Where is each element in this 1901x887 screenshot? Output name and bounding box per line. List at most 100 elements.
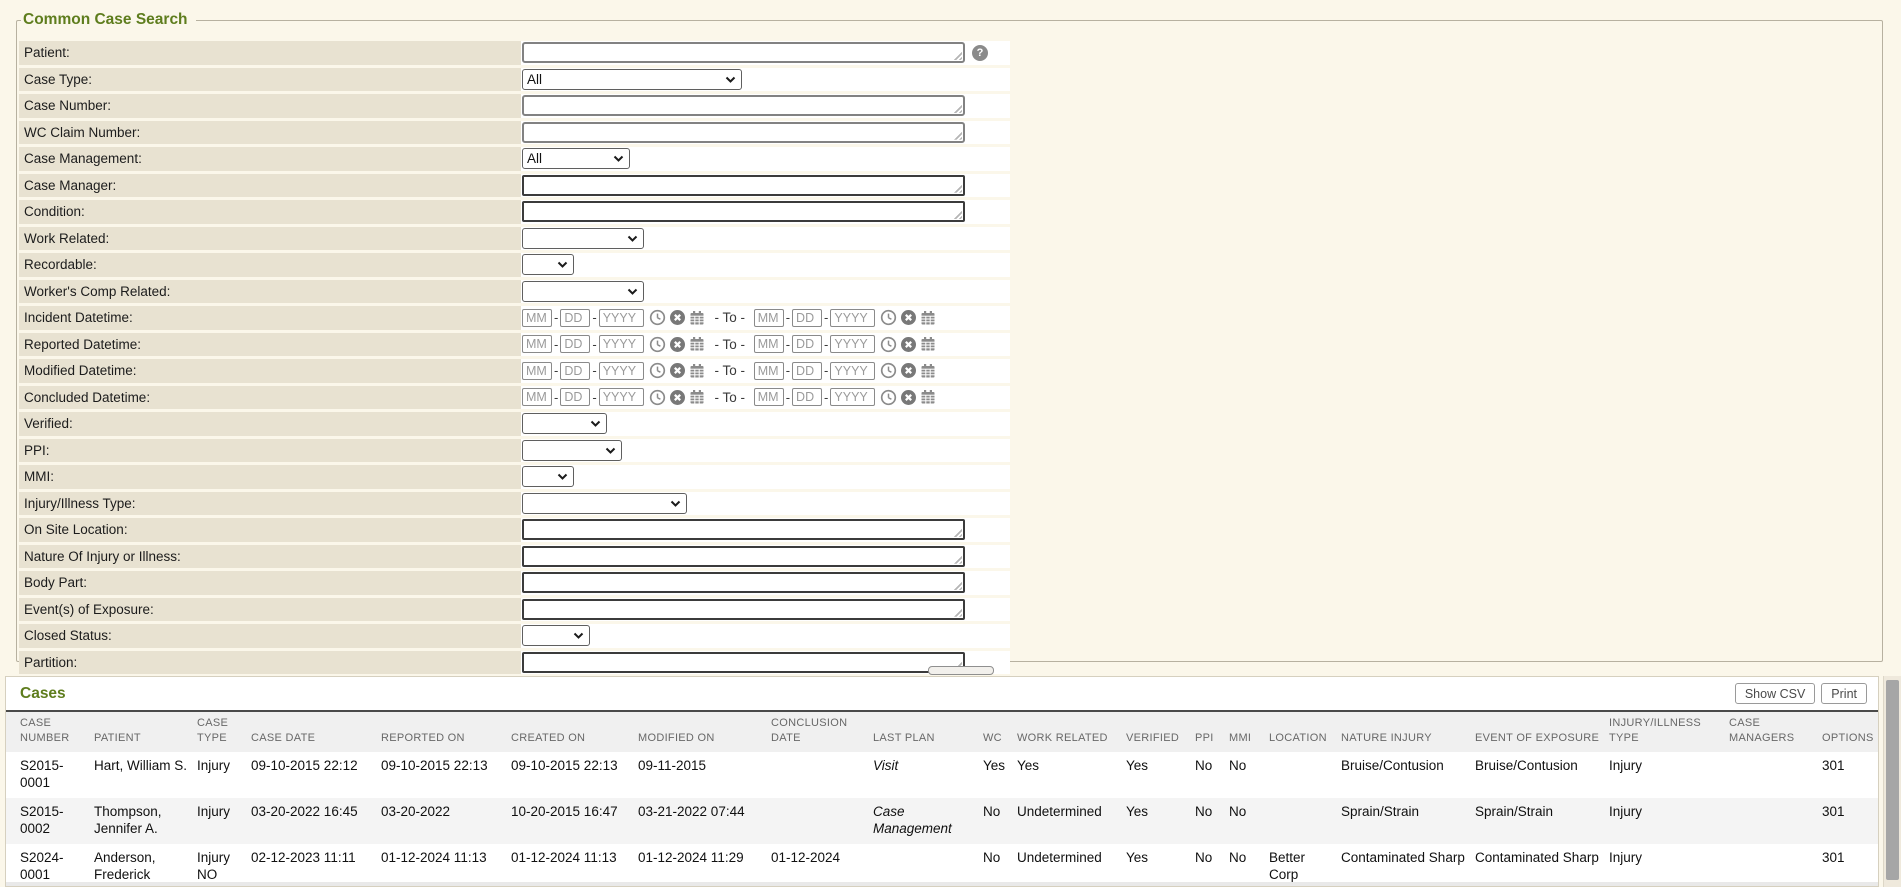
verified-select[interactable]: [522, 413, 607, 434]
clear-icon[interactable]: [669, 309, 686, 326]
modified-datetime-from-day-input[interactable]: DD: [560, 362, 590, 380]
resize-handle[interactable]: [953, 608, 962, 617]
event-s-of-exposure-input[interactable]: [522, 599, 965, 620]
calendar-icon[interactable]: [920, 310, 936, 326]
col-case-type: CASE TYPE: [197, 712, 251, 752]
cell-options[interactable]: 301: [1822, 798, 1878, 825]
search-button[interactable]: [928, 666, 994, 675]
reported-datetime-from-year-input[interactable]: YYYY: [599, 335, 644, 353]
incident-datetime-to-year-input[interactable]: YYYY: [830, 309, 875, 327]
reported-datetime-to-year-input[interactable]: YYYY: [830, 335, 875, 353]
clear-icon[interactable]: [900, 362, 917, 379]
modified-datetime-to-year-input[interactable]: YYYY: [830, 362, 875, 380]
modified-datetime-from-month-input[interactable]: MM: [522, 362, 552, 380]
horizontal-scrollbar[interactable]: [6, 882, 1878, 886]
incident-datetime-to-month-input[interactable]: MM: [754, 309, 784, 327]
clock-icon[interactable]: [649, 362, 666, 379]
incident-datetime-from-year-input[interactable]: YYYY: [599, 309, 644, 327]
case-management-field-cell: All: [521, 147, 1010, 171]
clock-icon[interactable]: [880, 389, 897, 406]
clear-icon[interactable]: [669, 336, 686, 353]
injury-illness-type-select[interactable]: [522, 493, 687, 514]
condition-row: Condition:: [19, 200, 1880, 224]
calendar-icon[interactable]: [689, 336, 705, 352]
case-type-select[interactable]: All: [522, 69, 742, 90]
reported-datetime-from-month-input[interactable]: MM: [522, 335, 552, 353]
condition-input[interactable]: [522, 201, 965, 222]
section-title: Common Case Search: [23, 11, 188, 28]
clear-icon[interactable]: [900, 309, 917, 326]
concluded-datetime-from-icons: [649, 389, 708, 406]
print-button[interactable]: Print: [1821, 683, 1867, 704]
reported-datetime-from-day-input[interactable]: DD: [560, 335, 590, 353]
incident-datetime-to-group: MM-DD-YYYY: [754, 309, 940, 327]
incident-datetime-from-month-input[interactable]: MM: [522, 309, 552, 327]
scrollbar-thumb[interactable]: [1886, 680, 1899, 880]
reported-datetime-to-month-input[interactable]: MM: [754, 335, 784, 353]
resize-handle[interactable]: [953, 555, 962, 564]
reported-datetime-to-day-input[interactable]: DD: [792, 335, 822, 353]
col-event-of-exposure: EVENT OF EXPOSURE: [1475, 727, 1609, 752]
clock-icon[interactable]: [649, 389, 666, 406]
cell-options[interactable]: 301: [1822, 752, 1878, 779]
wc-claim-number-input[interactable]: [522, 122, 965, 143]
clear-icon[interactable]: [669, 389, 686, 406]
cell-verified: Yes: [1126, 798, 1195, 825]
calendar-icon[interactable]: [689, 363, 705, 379]
clear-icon[interactable]: [669, 362, 686, 379]
resize-handle[interactable]: [953, 528, 962, 537]
resize-handle[interactable]: [953, 131, 962, 140]
case-manager-input[interactable]: [522, 175, 965, 196]
clock-icon[interactable]: [880, 336, 897, 353]
mmi-select[interactable]: [522, 466, 574, 487]
calendar-icon[interactable]: [920, 363, 936, 379]
body-part-input[interactable]: [522, 572, 965, 593]
calendar-icon[interactable]: [920, 389, 936, 405]
calendar-icon[interactable]: [920, 336, 936, 352]
calendar-icon[interactable]: [689, 310, 705, 326]
resize-handle[interactable]: [953, 581, 962, 590]
work-related-select[interactable]: [522, 228, 644, 249]
show-csv-button[interactable]: Show CSV: [1735, 683, 1815, 704]
resize-handle[interactable]: [953, 104, 962, 113]
cell-nature-injury: Contaminated Sharp: [1341, 844, 1475, 871]
calendar-icon[interactable]: [689, 389, 705, 405]
concluded-datetime-to-year-input[interactable]: YYYY: [830, 388, 875, 406]
worker-s-comp-related-select[interactable]: [522, 281, 644, 302]
concluded-datetime-from-year-input[interactable]: YYYY: [599, 388, 644, 406]
incident-datetime-from-day-input[interactable]: DD: [560, 309, 590, 327]
concluded-datetime-from-day-input[interactable]: DD: [560, 388, 590, 406]
incident-datetime-to-day-input[interactable]: DD: [792, 309, 822, 327]
concluded-datetime-to-day-input[interactable]: DD: [792, 388, 822, 406]
clock-icon[interactable]: [880, 362, 897, 379]
modified-datetime-from-year-input[interactable]: YYYY: [599, 362, 644, 380]
resize-handle[interactable]: [953, 51, 962, 60]
clock-icon[interactable]: [880, 309, 897, 326]
field-label: Case Number:: [24, 98, 111, 113]
cell-options[interactable]: 301: [1822, 844, 1878, 871]
concluded-datetime-label-cell: Concluded Datetime:: [19, 386, 521, 410]
case-number-row: Case Number:: [19, 94, 1880, 118]
on-site-location-input[interactable]: [522, 519, 965, 540]
partition-input[interactable]: [522, 652, 965, 673]
resize-handle[interactable]: [953, 184, 962, 193]
concluded-datetime-from-month-input[interactable]: MM: [522, 388, 552, 406]
clear-icon[interactable]: [900, 336, 917, 353]
recordable-select[interactable]: [522, 254, 574, 275]
concluded-datetime-to-group: MM-DD-YYYY: [754, 388, 940, 406]
patient-input[interactable]: [522, 42, 965, 63]
nature-of-injury-or-illness-input[interactable]: [522, 546, 965, 567]
closed-status-select[interactable]: [522, 625, 590, 646]
resize-handle[interactable]: [953, 210, 962, 219]
vertical-scrollbar[interactable]: [1883, 676, 1901, 887]
modified-datetime-to-day-input[interactable]: DD: [792, 362, 822, 380]
ppi-select[interactable]: [522, 440, 622, 461]
clear-icon[interactable]: [900, 389, 917, 406]
case-management-select[interactable]: All: [522, 148, 630, 169]
case-number-input[interactable]: [522, 95, 965, 116]
modified-datetime-to-month-input[interactable]: MM: [754, 362, 784, 380]
clock-icon[interactable]: [649, 336, 666, 353]
concluded-datetime-to-month-input[interactable]: MM: [754, 388, 784, 406]
clock-icon[interactable]: [649, 309, 666, 326]
help-icon[interactable]: ?: [972, 45, 988, 61]
